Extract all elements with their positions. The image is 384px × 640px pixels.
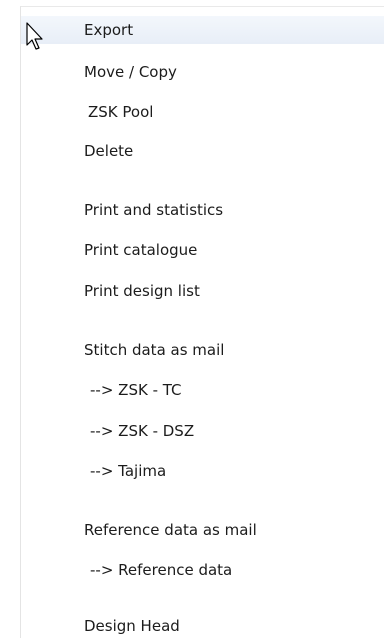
menu-item-label: Export	[84, 21, 134, 39]
menu-item-label: --> Tajima	[90, 462, 167, 480]
menu-item-move-copy[interactable]: Move / Copy	[21, 58, 384, 86]
menu-item-label: --> Reference data	[90, 561, 233, 579]
menu-item-label: Reference data as mail	[84, 521, 257, 539]
menu-item-zsk-dsz[interactable]: --> ZSK - DSZ	[21, 417, 384, 445]
menu-item-stitch-data-as-mail[interactable]: Stitch data as mail	[21, 336, 384, 364]
menu-item-print-and-statistics[interactable]: Print and statistics	[21, 196, 384, 224]
menu-item-label: ZSK Pool	[88, 103, 154, 121]
menu-item-design-head[interactable]: Design Head	[21, 612, 384, 640]
menu-item-label: --> ZSK - DSZ	[90, 422, 195, 440]
menu-item-print-design-list[interactable]: Print design list	[21, 277, 384, 305]
menu-item-reference-data-as-mail[interactable]: Reference data as mail	[21, 516, 384, 544]
menu-item-tajima[interactable]: --> Tajima	[21, 457, 384, 485]
menu-item-label: Print design list	[84, 282, 200, 300]
menu-item-reference-data[interactable]: --> Reference data	[21, 556, 384, 584]
menu-item-delete[interactable]: Delete	[21, 137, 384, 165]
menu-item-zsk-pool[interactable]: ZSK Pool	[21, 98, 384, 126]
menu-item-label: Print catalogue	[84, 241, 198, 259]
menu-item-label: Print and statistics	[84, 201, 224, 219]
arrow-cursor-icon	[26, 22, 43, 50]
menu-item-label: Delete	[84, 142, 134, 160]
menu-item-label: Stitch data as mail	[84, 341, 225, 359]
menu-item-print-catalogue[interactable]: Print catalogue	[21, 236, 384, 264]
menu-item-label: Move / Copy	[84, 63, 177, 81]
context-menu: Export Move / Copy ZSK Pool Delete Print…	[20, 6, 384, 638]
menu-item-label: --> ZSK - TC	[90, 381, 182, 399]
menu-item-zsk-tc[interactable]: --> ZSK - TC	[21, 376, 384, 404]
menu-item-label: Design Head	[84, 617, 180, 635]
menu-item-export[interactable]: Export	[21, 16, 384, 44]
